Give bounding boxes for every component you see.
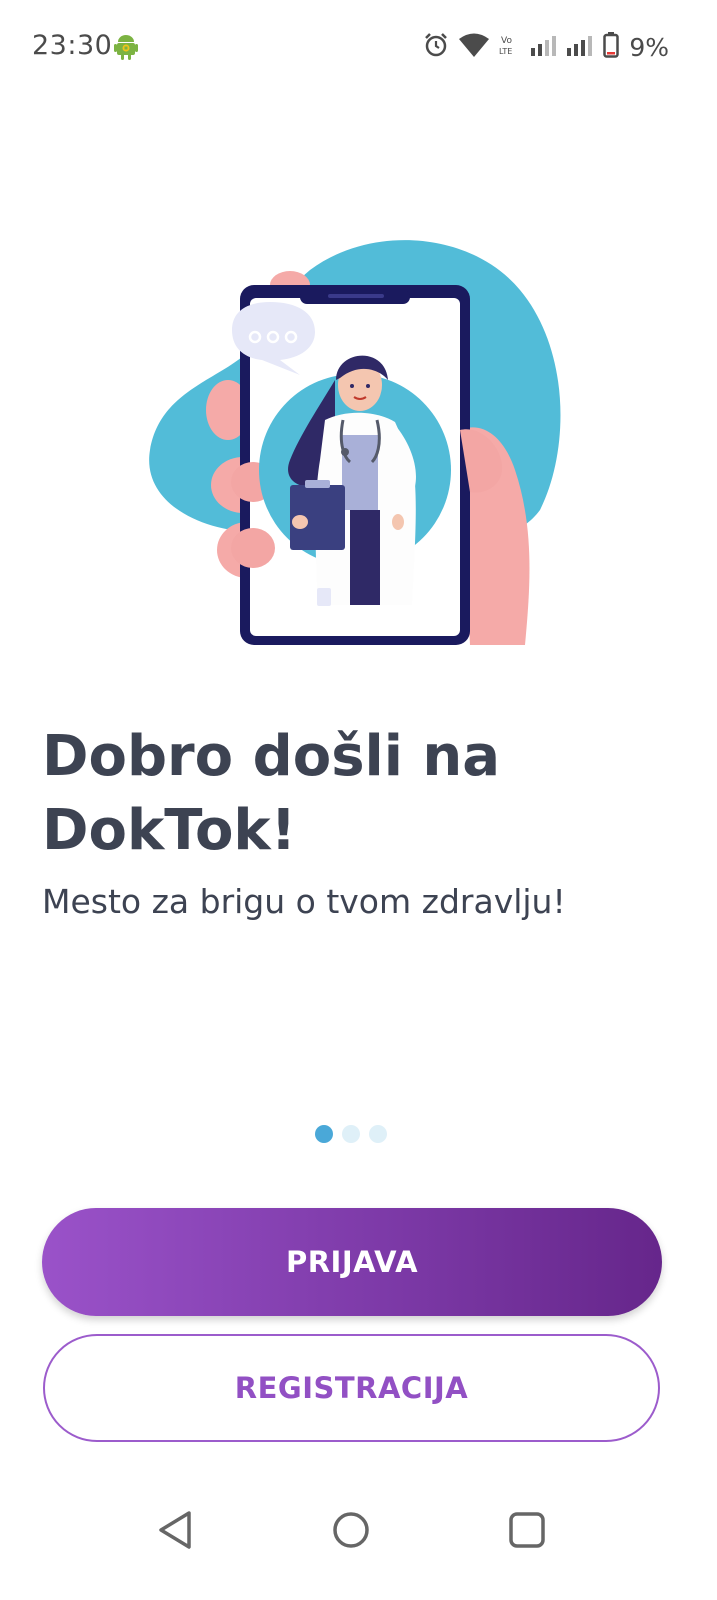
page-dot-active[interactable] [315,1125,333,1143]
android-icon [114,34,138,65]
wifi-icon [459,33,490,62]
register-button[interactable]: REGISTRACIJA [43,1334,660,1442]
login-button-label: PRIJAVA [285,1245,419,1279]
page-dot[interactable] [369,1125,387,1143]
signal-icon [567,34,593,61]
recents-icon[interactable] [497,1500,557,1560]
navigation-bar [0,1480,717,1600]
svg-text:Vo: Vo [501,36,512,46]
signal-icon [531,34,557,61]
login-button[interactable]: PRIJAVA [42,1208,662,1316]
battery-percent: 9% [629,32,669,62]
back-icon[interactable] [145,1500,205,1560]
page-dot[interactable] [342,1125,360,1143]
status-time: 23:30 [32,30,113,61]
welcome-title: Dobro došli na DokTok! [42,720,682,868]
battery-icon [603,31,620,63]
alarm-icon [423,32,449,63]
home-icon[interactable] [321,1500,381,1560]
status-bar: 23:30 Vo LTE 9% [0,0,717,96]
register-button-label: REGISTRACIJA [234,1371,469,1405]
page-indicator [315,1125,387,1143]
status-icons: Vo LTE 9% [423,30,669,64]
welcome-title-line2: DokTok! [42,798,297,863]
welcome-title-line1: Dobro došli na [42,724,501,789]
volte-icon: Vo LTE [499,34,521,61]
doctor-illustration [140,230,570,660]
svg-text:LTE: LTE [499,47,512,56]
welcome-subtitle: Mesto za brigu o tvom zdravlju! [42,882,566,921]
